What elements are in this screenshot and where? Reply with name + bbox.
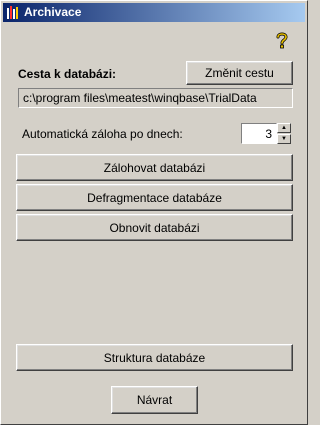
archive-app-icon (7, 6, 18, 19)
backup-days-input[interactable]: 3 (241, 123, 277, 144)
spin-down-arrow-icon[interactable]: ▼ (277, 134, 291, 144)
archive-window: Archivace Cesta k databázi: Změnit cestu… (0, 0, 308, 425)
return-button[interactable]: Návrat (111, 386, 198, 414)
title-bar[interactable]: Archivace (3, 3, 305, 22)
restore-database-button[interactable]: Obnovit databázi (16, 214, 293, 241)
change-path-button[interactable]: Změnit cestu (186, 61, 293, 85)
database-path-label: Cesta k databázi: (18, 67, 117, 81)
backup-days-spinner[interactable]: 3 ▲ ▼ (241, 123, 291, 144)
auto-backup-label: Automatická záloha po dnech: (22, 127, 183, 141)
spin-up-arrow-icon[interactable]: ▲ (277, 123, 291, 133)
database-structure-button[interactable]: Struktura databáze (16, 344, 293, 371)
help-question-icon[interactable] (275, 31, 289, 49)
database-path-field: c:\program files\meatest\winqbase\TrialD… (18, 88, 293, 108)
window-title: Archivace (24, 5, 82, 19)
defragment-database-button[interactable]: Defragmentace databáze (16, 184, 293, 211)
backup-database-button[interactable]: Zálohovat databázi (16, 154, 293, 181)
